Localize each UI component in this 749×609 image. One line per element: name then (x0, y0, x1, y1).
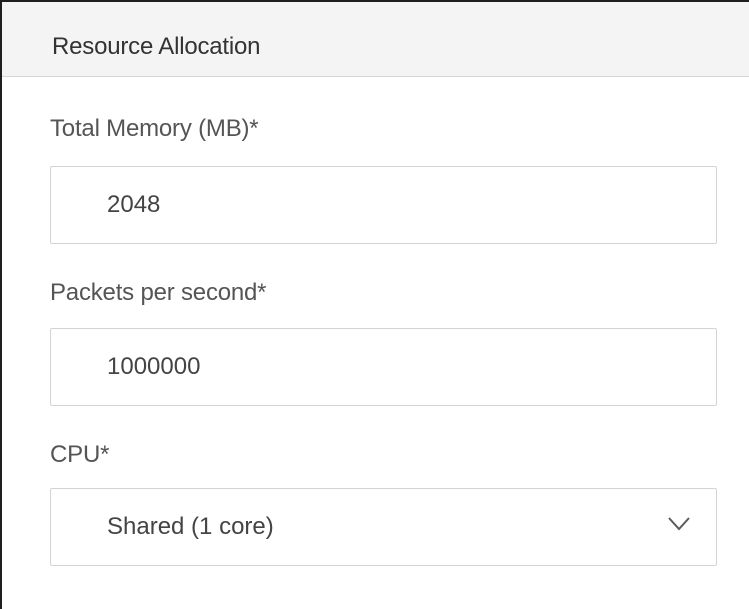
total-memory-input[interactable]: 2048 (50, 166, 717, 244)
chevron-down-icon[interactable] (668, 517, 690, 531)
total-memory-value: 2048 (107, 191, 161, 218)
packets-per-second-value: 1000000 (107, 353, 201, 380)
panel-title: Resource Allocation (52, 33, 261, 60)
panel-header: Resource Allocation (2, 2, 749, 77)
cpu-selected-value: Shared (1 core) (107, 513, 274, 540)
resource-allocation-panel: Resource Allocation Total Memory (MB)* 2… (0, 0, 749, 609)
packets-per-second-label: Packets per second* (50, 279, 267, 306)
total-memory-label: Total Memory (MB)* (50, 115, 259, 142)
packets-per-second-input[interactable]: 1000000 (50, 328, 717, 406)
cpu-label: CPU* (50, 441, 110, 468)
cpu-select[interactable]: Shared (1 core) (50, 488, 717, 566)
